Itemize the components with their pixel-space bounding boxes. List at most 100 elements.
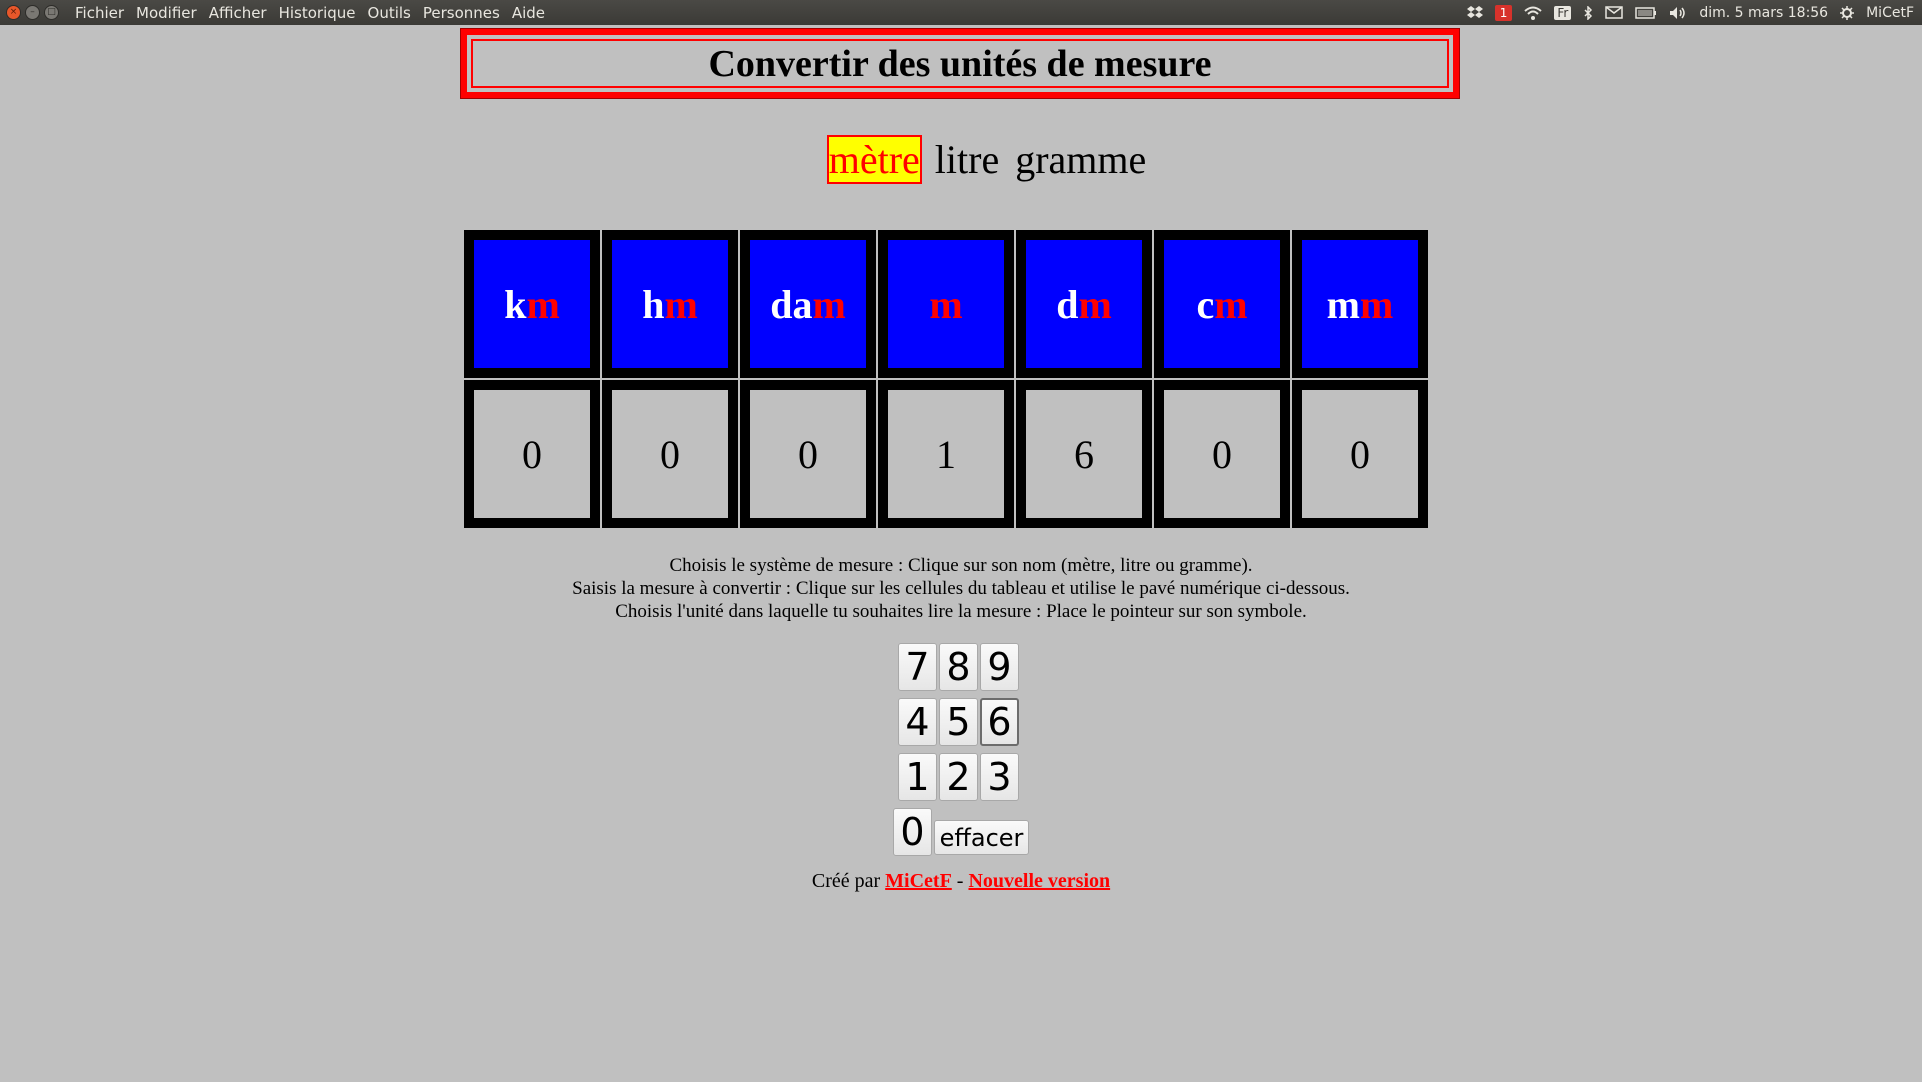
page-title: Convertir des unités de mesure <box>708 42 1212 85</box>
unit-mm[interactable]: mm <box>1302 240 1418 368</box>
unit-hm[interactable]: hm <box>612 240 728 368</box>
keypad-row: 4 5 6 <box>898 698 1029 746</box>
keypad-row: 0 effacer <box>893 808 1029 856</box>
footer-credit: Créé par <box>811 870 881 892</box>
system-menu-bar: × – □ Fichier Modifier Afficher Historiq… <box>0 0 1922 25</box>
key-2[interactable]: 2 <box>939 753 978 801</box>
digit-cell-dam[interactable]: 0 <box>750 390 866 518</box>
key-8[interactable]: 8 <box>939 643 978 691</box>
unit-dam[interactable]: da m <box>750 240 866 368</box>
unit-base: m <box>812 281 846 327</box>
close-window-icon[interactable]: × <box>6 5 21 20</box>
unit-cm[interactable]: cm <box>1164 240 1280 368</box>
key-6[interactable]: 6 <box>980 698 1019 746</box>
instruction-line: Choisis l'unité dans laquelle tu souhait… <box>615 601 1307 622</box>
unit-base: m <box>1214 281 1248 327</box>
digit-cell-wrap: 0 <box>740 380 876 528</box>
digit-cell-cm[interactable]: 0 <box>1164 390 1280 518</box>
unit-base: m <box>1360 281 1394 327</box>
key-0[interactable]: 0 <box>893 808 932 856</box>
digit-cell-wrap: 0 <box>1154 380 1290 528</box>
digit-cell-dm[interactable]: 6 <box>1026 390 1142 518</box>
unit-cell-wrap: mm <box>1292 230 1428 378</box>
window-controls: × – □ <box>6 5 59 20</box>
unit-cell-wrap: cm <box>1154 230 1290 378</box>
unit-header-row: km hm da m m dm cm mm <box>464 230 1428 378</box>
unit-m[interactable]: m <box>888 240 1004 368</box>
unit-prefix: k <box>504 281 527 327</box>
menu-historique[interactable]: Historique <box>273 4 362 22</box>
unit-cell-wrap: km <box>464 230 600 378</box>
maximize-window-icon[interactable]: □ <box>44 5 59 20</box>
unit-base: m <box>526 281 560 327</box>
unit-prefix: da <box>770 281 813 327</box>
minimize-window-icon[interactable]: – <box>25 5 40 20</box>
unit-prefix: h <box>642 281 665 327</box>
app-menu: Fichier Modifier Afficher Historique Out… <box>69 4 551 22</box>
menu-afficher[interactable]: Afficher <box>203 4 273 22</box>
key-3[interactable]: 3 <box>980 753 1019 801</box>
unit-prefix: d <box>1056 281 1079 327</box>
system-gramme[interactable]: gramme <box>1012 137 1149 182</box>
unit-cell-wrap: da m <box>740 230 876 378</box>
title-frame: Convertir des unités de mesure <box>460 28 1460 99</box>
notification-badge[interactable]: 1 <box>1494 4 1513 21</box>
bluetooth-icon[interactable] <box>1583 5 1593 20</box>
instructions: Choisis le système de mesure : Clique su… <box>0 554 1922 623</box>
menu-aide[interactable]: Aide <box>506 4 551 22</box>
key-9[interactable]: 9 <box>980 643 1019 691</box>
menu-modifier[interactable]: Modifier <box>130 4 203 22</box>
digit-row: 0 0 0 1 6 0 0 <box>464 380 1428 528</box>
unit-base: m <box>1078 281 1112 327</box>
key-1[interactable]: 1 <box>898 753 937 801</box>
unit-cell-wrap: hm <box>602 230 738 378</box>
unit-cell-wrap: dm <box>1016 230 1152 378</box>
system-metre[interactable]: mètre <box>826 135 922 184</box>
battery-icon[interactable] <box>1635 6 1657 19</box>
instruction-line: Choisis le système de mesure : Clique su… <box>669 555 1253 576</box>
gear-icon[interactable] <box>1840 5 1855 20</box>
digit-cell-km[interactable]: 0 <box>474 390 590 518</box>
wifi-icon[interactable] <box>1524 6 1543 20</box>
digit-cell-wrap: 0 <box>464 380 600 528</box>
author-link[interactable]: MiCetF <box>885 870 952 892</box>
digit-cell-wrap: 1 <box>878 380 1014 528</box>
clock[interactable]: dim. 5 mars 18:56 <box>1699 5 1828 21</box>
unit-prefix: c <box>1196 281 1215 327</box>
menu-personnes[interactable]: Personnes <box>417 4 506 22</box>
unit-cell-wrap: m <box>878 230 1014 378</box>
keypad-row: 1 2 3 <box>898 753 1029 801</box>
dropbox-icon[interactable] <box>1466 5 1483 20</box>
digit-cell-wrap: 0 <box>1292 380 1428 528</box>
digit-cell-wrap: 6 <box>1016 380 1152 528</box>
menu-outils[interactable]: Outils <box>362 4 417 22</box>
system-chooser: mètre litre gramme <box>0 135 1922 184</box>
user-name[interactable]: MiCetF <box>1866 5 1914 21</box>
unit-base: m <box>664 281 698 327</box>
digit-cell-m[interactable]: 1 <box>888 390 1004 518</box>
digit-cell-wrap: 0 <box>602 380 738 528</box>
key-5[interactable]: 5 <box>939 698 978 746</box>
volume-icon[interactable] <box>1669 6 1687 20</box>
unit-base: m <box>929 281 963 327</box>
key-4[interactable]: 4 <box>898 698 937 746</box>
new-version-link[interactable]: Nouvelle version <box>968 870 1110 892</box>
unit-prefix: m <box>1326 281 1360 327</box>
numeric-keypad: 7 8 9 4 5 6 1 2 3 0 effacer <box>893 643 1029 863</box>
digit-cell-mm[interactable]: 0 <box>1302 390 1418 518</box>
menu-fichier[interactable]: Fichier <box>69 4 130 22</box>
keypad-row: 7 8 9 <box>898 643 1029 691</box>
instruction-line: Saisis la mesure à convertir : Clique su… <box>572 578 1350 599</box>
unit-dm[interactable]: dm <box>1026 240 1142 368</box>
system-litre[interactable]: litre <box>932 137 1002 182</box>
digit-cell-hm[interactable]: 0 <box>612 390 728 518</box>
unit-km[interactable]: km <box>474 240 590 368</box>
system-tray: 1 Fr dim. 5 mars 18:56 MiCetF <box>1466 4 1922 21</box>
footer: Créé par MiCetF - Nouvelle version <box>0 870 1922 893</box>
mail-icon[interactable] <box>1605 6 1624 19</box>
footer-separator: - <box>956 870 964 892</box>
erase-button[interactable]: effacer <box>934 820 1029 855</box>
key-7[interactable]: 7 <box>898 643 937 691</box>
keyboard-layout-indicator[interactable]: Fr <box>1554 5 1572 20</box>
conversion-table: km hm da m m dm cm mm 0 0 0 1 6 0 0 <box>462 228 1430 530</box>
